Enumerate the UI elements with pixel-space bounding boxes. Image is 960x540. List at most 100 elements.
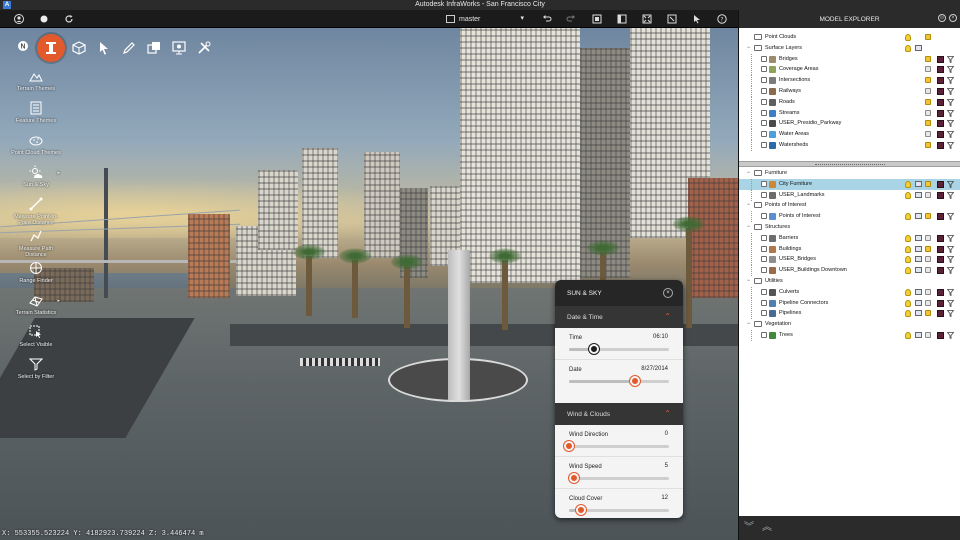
visibility-checkbox[interactable] xyxy=(761,77,767,84)
lightbulb-icon[interactable] xyxy=(905,299,911,307)
lock-icon[interactable] xyxy=(925,120,931,127)
color-swatch-icon[interactable] xyxy=(937,299,944,307)
style-icon[interactable] xyxy=(915,288,922,295)
tree-layer-row[interactable]: Trees xyxy=(739,329,960,341)
flyout-arrow-icon[interactable]: ▸ xyxy=(57,170,60,176)
lock-icon[interactable] xyxy=(925,310,931,317)
filter-icon[interactable] xyxy=(946,310,955,318)
infraworks-logo-icon[interactable] xyxy=(37,34,65,62)
user-icon[interactable] xyxy=(12,13,26,25)
visibility-checkbox[interactable] xyxy=(761,120,767,127)
tree-layer-row[interactable]: City Furniture xyxy=(739,178,960,190)
filter-icon[interactable] xyxy=(946,256,955,264)
color-swatch-icon[interactable] xyxy=(937,120,944,128)
expand-all-icon[interactable]: ︽ xyxy=(761,522,773,534)
visibility-checkbox[interactable] xyxy=(761,141,767,148)
color-swatch-icon[interactable] xyxy=(937,256,944,264)
tree-layer-row[interactable]: Streams xyxy=(739,107,960,119)
visibility-checkbox[interactable] xyxy=(761,234,767,241)
filter-icon[interactable] xyxy=(946,131,955,139)
panel-icon[interactable] xyxy=(615,13,629,25)
filter-icon[interactable] xyxy=(946,77,955,85)
tree-layer-row[interactable]: USER_Presidio_Parkway xyxy=(739,118,960,130)
style-icon[interactable] xyxy=(915,213,922,220)
color-swatch-icon[interactable] xyxy=(937,77,944,85)
tool-terrain-themes[interactable]: Terrain Themes xyxy=(8,68,64,100)
filter-icon[interactable] xyxy=(946,288,955,296)
color-swatch-icon[interactable] xyxy=(937,66,944,74)
style-icon[interactable] xyxy=(915,310,922,317)
filter-icon[interactable] xyxy=(946,142,955,150)
tool-feature-themes[interactable]: Feature Themes xyxy=(8,100,64,132)
lock-icon[interactable] xyxy=(925,191,931,198)
visibility-checkbox[interactable] xyxy=(761,245,767,252)
lightbulb-icon[interactable] xyxy=(905,310,911,318)
tool-select-visible[interactable]: Select Visible xyxy=(8,324,64,356)
tree-group[interactable]: − Structures xyxy=(739,222,960,233)
tool-measure-path[interactable]: Measure Path Distance xyxy=(8,228,64,260)
lock-icon[interactable] xyxy=(925,245,931,252)
visibility-checkbox[interactable] xyxy=(761,55,767,62)
color-swatch-icon[interactable] xyxy=(937,87,944,95)
visibility-checkbox[interactable] xyxy=(761,267,767,274)
present-icon[interactable] xyxy=(168,37,190,59)
filter-icon[interactable] xyxy=(946,267,955,275)
tree-layer-row[interactable]: Culverts xyxy=(739,286,960,298)
color-swatch-icon[interactable] xyxy=(937,234,944,242)
north-icon[interactable]: N xyxy=(12,37,34,59)
visibility-checkbox[interactable] xyxy=(761,66,767,73)
lock-icon[interactable] xyxy=(925,180,931,187)
color-swatch-icon[interactable] xyxy=(937,213,944,221)
tree-layer-row[interactable]: Watersheds xyxy=(739,139,960,151)
filter-icon[interactable] xyxy=(946,180,955,188)
color-swatch-icon[interactable] xyxy=(937,131,944,139)
visibility-checkbox[interactable] xyxy=(761,213,767,220)
time-slider[interactable] xyxy=(569,344,669,354)
date-time-section[interactable]: Date & Time ⌃ xyxy=(555,306,683,328)
expand-toggle-icon[interactable]: − xyxy=(745,202,752,209)
select-icon[interactable] xyxy=(665,13,679,25)
capture-icon[interactable] xyxy=(590,13,604,25)
collapse-all-icon[interactable]: ︾ xyxy=(743,522,755,534)
visibility-checkbox[interactable] xyxy=(761,180,767,187)
cloud-cover-slider[interactable] xyxy=(569,505,669,515)
color-swatch-icon[interactable] xyxy=(937,288,944,296)
wind-clouds-section[interactable]: Wind & Clouds ⌃ xyxy=(555,403,683,425)
visibility-checkbox[interactable] xyxy=(761,331,767,338)
pin-icon[interactable]: ⊙ xyxy=(938,14,946,22)
visibility-checkbox[interactable] xyxy=(761,288,767,295)
filter-icon[interactable] xyxy=(946,120,955,128)
expand-toggle-icon[interactable] xyxy=(745,34,752,41)
lock-icon[interactable] xyxy=(925,131,931,138)
help-icon[interactable]: ? xyxy=(715,13,729,25)
lightbulb-icon[interactable] xyxy=(905,180,911,188)
lock-icon[interactable] xyxy=(925,141,931,148)
lock-icon[interactable] xyxy=(925,256,931,263)
lock-icon[interactable] xyxy=(925,55,931,62)
color-swatch-icon[interactable] xyxy=(937,141,944,149)
redo-icon[interactable] xyxy=(564,13,578,25)
lightbulb-icon[interactable] xyxy=(905,34,911,41)
filter-icon[interactable] xyxy=(946,299,955,307)
tree-layer-row[interactable]: Buildings xyxy=(739,243,960,255)
cloud-cover-thumb[interactable] xyxy=(576,505,586,515)
filter-icon[interactable] xyxy=(946,66,955,74)
lightbulb-icon[interactable] xyxy=(905,256,911,264)
visibility-checkbox[interactable] xyxy=(761,191,767,198)
flyout-arrow-icon[interactable]: ▸ xyxy=(57,298,60,304)
filter-icon[interactable] xyxy=(946,88,955,96)
tree-layer-row[interactable]: USER_Bridges xyxy=(739,254,960,266)
wind-direction-slider[interactable] xyxy=(564,441,669,451)
lock-icon[interactable] xyxy=(925,267,931,274)
color-swatch-icon[interactable] xyxy=(937,191,944,199)
wind-speed-slider[interactable] xyxy=(569,473,669,483)
tool-point-cloud[interactable]: Point Cloud Themes xyxy=(8,132,64,164)
filter-icon[interactable] xyxy=(946,109,955,117)
lock-icon[interactable] xyxy=(925,109,931,116)
tool-select-filter[interactable]: Select by Filter xyxy=(8,356,64,388)
lock-icon[interactable] xyxy=(925,77,931,84)
lock-icon[interactable] xyxy=(925,234,931,241)
pane-splitter[interactable] xyxy=(739,161,960,167)
visibility-checkbox[interactable] xyxy=(761,256,767,263)
color-swatch-icon[interactable] xyxy=(937,331,944,339)
